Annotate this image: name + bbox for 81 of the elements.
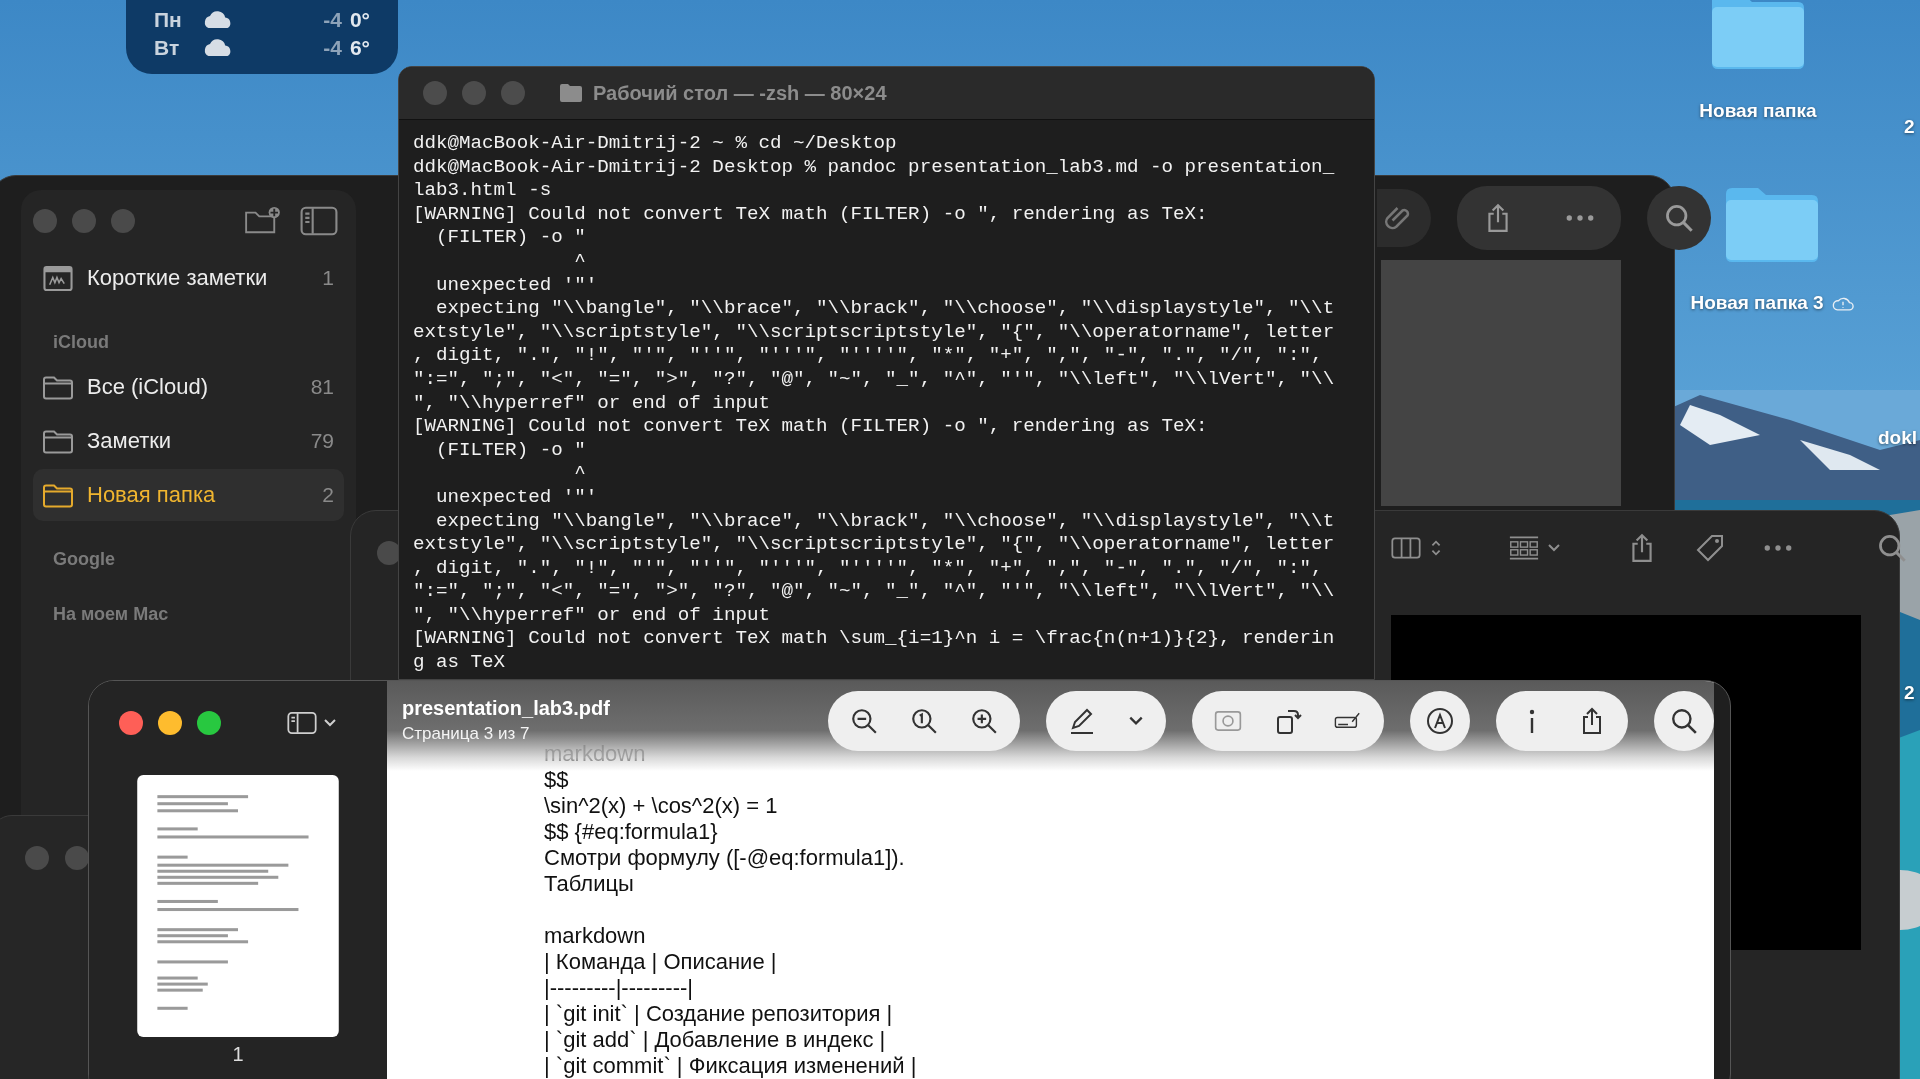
low-temperature: -4 [323,8,342,32]
terminal-line: , digit, ".", "!", "'", "''", "'''", "''''", "*", "+", ",", "-", ".", "/", ":", [413,556,1323,581]
document-title: presentation_lab3.pdf [402,697,611,720]
document-text-line: \sin^2(x) + \cos^2(x) = 1 [544,793,778,819]
note-icon [43,265,73,291]
document-text-line: | `git init` | Создание репозитория | [544,1001,893,1027]
weekday-label: Вт [154,36,181,60]
terminal-line: ddk@MacBook-Air-Dmitrij-2 ~ % cd ~/Desktop [413,132,897,156]
sidebar-item[interactable]: Короткие заметки 1 [33,252,344,304]
weekday-label: Пн [154,8,183,32]
rotate-icon[interactable] [1274,707,1302,735]
sidebar-item[interactable]: Заметки 79 [33,415,344,467]
search-icon [1670,707,1698,735]
search-button[interactable] [1654,691,1714,751]
document-text-line: Таблицы [544,871,634,897]
desktop-item-label[interactable]: 2 [1904,682,1915,704]
terminal-line: lab3.html -s [413,179,552,203]
search-icon[interactable] [1877,533,1907,563]
terminal-line: ":=", ";", "<", "=", ">", "?", "@", "~", "_", "^", "'", "\\left", "\\lVert", "\\ [413,367,1335,392]
folder-icon [43,374,73,400]
document-text-line: |---------|---------| [544,975,693,1001]
window-title: Рабочий стол — -zsh — 80×24 [593,81,887,105]
page-thumbnail[interactable] [137,775,339,1037]
folder-icon [43,428,73,454]
folder-icon [559,83,583,103]
document-text-line: $$ {#eq:formula1} [544,819,718,845]
terminal-line: g as TeX [413,651,506,675]
terminal-line: [WARNING] Could not convert TeX math (FILTER) -o ", rendering as TeX: [413,415,1208,439]
terminal-line: (FILTER) -o " [435,226,586,250]
folder-label[interactable]: Новая папка 3 [1690,292,1824,314]
section-heading: iCloud [53,332,110,353]
actual-size-icon[interactable] [910,707,938,735]
document-text-line: markdown [544,923,646,949]
page-indicator: Страница 3 из 7 [402,724,531,744]
page-number: 1 [232,1043,244,1066]
terminal-line: unexpected '"' [435,485,598,510]
search-icon [1664,203,1694,233]
terminal-line: extstyle", "\\scriptstyle", "\\scriptscriptstyle", "{", "\\operatorname", letter [413,320,1335,345]
document-text-line: $$ [544,767,569,793]
minimize-button[interactable] [158,711,182,735]
terminal-line: ", "\\hyperref" or end of input [413,391,770,416]
document-text-line: markdown [544,741,646,767]
low-temperature: -4 [323,36,342,60]
attachment-button[interactable] [1377,189,1431,247]
terminal-line: ", "\\hyperref" or end of input [413,603,770,628]
pencil-icon[interactable] [1068,707,1096,735]
terminal-line: ^ [573,462,586,486]
terminal-line: expecting "\\bangle", "\\brace", "\\brack", "\\choose", "\\displaystyle", "\\t [435,509,1335,534]
document-text-line: | Команда | Описание | [544,949,777,975]
up-down-chevron-icon [1429,539,1443,557]
terminal-line: (FILTER) -o " [435,438,586,463]
folder-label[interactable]: Новая папка [1699,100,1817,122]
folder-icon [43,482,73,508]
high-temperature: 0° [349,8,370,32]
terminal-line: unexpected '"' [435,273,598,298]
document-text-line: | `git commit` | Фиксация изменений | [544,1053,917,1079]
zoom-out-icon[interactable] [850,707,878,735]
cloud-alert-icon [1831,295,1854,311]
new-folder-icon[interactable] [244,206,282,236]
desktop-item-label[interactable]: 2 [1904,116,1915,138]
terminal-line: ^ [573,249,586,274]
section-heading: Google [53,549,116,570]
terminal-line: ddk@MacBook-Air-Dmitrij-2 Desktop % pandoc presentation_lab3.md -o presentation_ [413,155,1335,180]
tag-icon[interactable] [1695,533,1725,563]
zoom-button[interactable] [197,711,221,735]
sidebar-item[interactable]: Новая папка 2 [33,469,344,521]
markup-button[interactable] [1410,691,1470,751]
terminal-line: extstyle", "\\scriptstyle", "\\scriptscriptstyle", "{", "\\operatorname", letter [413,533,1335,557]
high-temperature: 6° [349,36,370,60]
section-heading: На моем Mac [53,604,170,625]
sidebar-item[interactable]: Все (iCloud) 81 [33,361,344,413]
zoom-in-icon[interactable] [970,707,998,735]
terminal-line: , digit, ".", "!", "'", "''", "'''", "''''", "*", "+", ",", "-", ".", "/", ":", [413,344,1323,368]
terminal-line: ":=", ";", "<", "=", ">", "?", "@", "~", "_", "^", "'", "\\left", "\\lVert", "\\ [413,580,1335,604]
close-button[interactable] [119,711,143,735]
document-text-line: | `git add` | Добавление в индекс | [544,1027,886,1053]
sidebar-icon[interactable] [300,206,338,236]
terminal-line: expecting "\\bangle", "\\brace", "\\brack", "\\choose", "\\displaystyle", "\\t [435,297,1335,321]
terminal-line: [WARNING] Could not convert TeX math \sum_{i=1}^n i = \frac{n(n+1)}{2}, renderin [413,627,1335,652]
document-text-line: Смотри формулу ([-@eq:formula1]). [544,845,905,871]
terminal-line: [WARNING] Could not convert TeX math (FILTER) -o ", rendering as TeX: [413,202,1208,227]
